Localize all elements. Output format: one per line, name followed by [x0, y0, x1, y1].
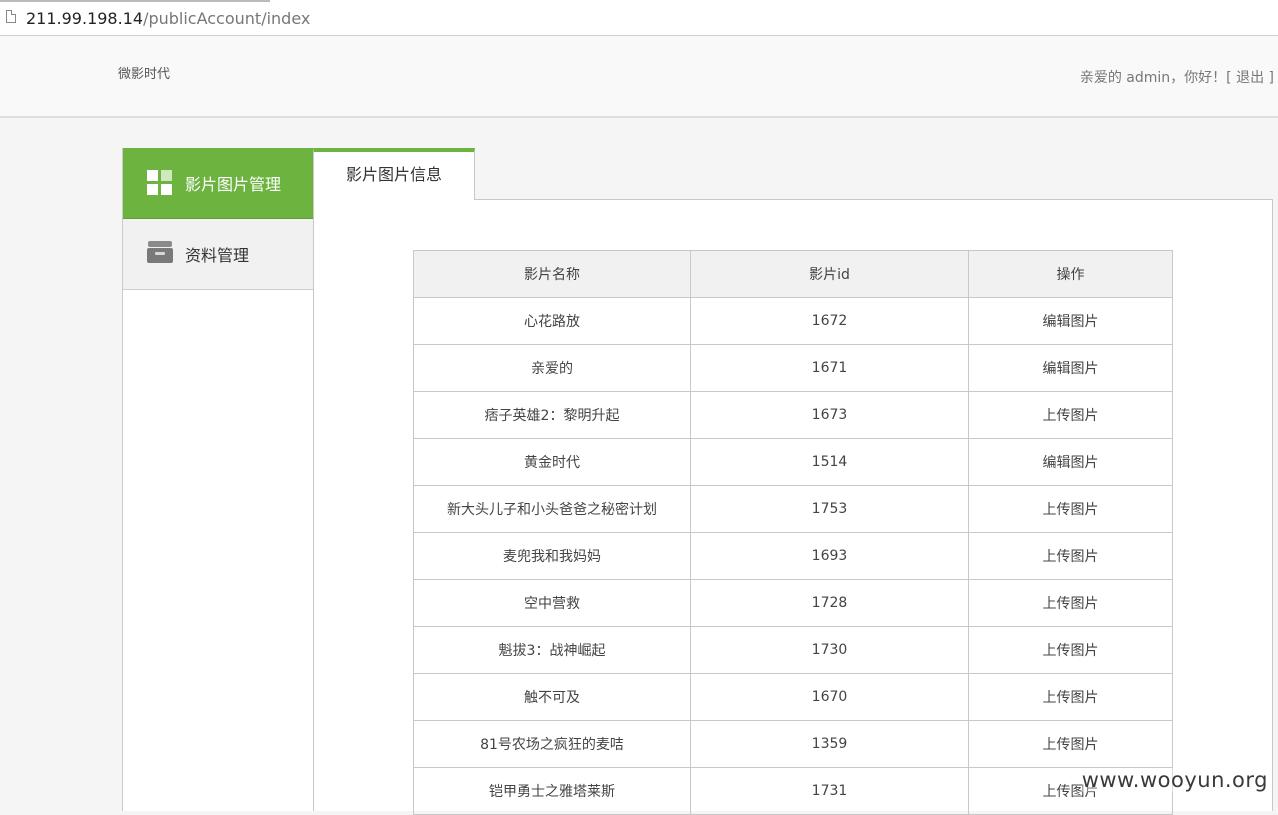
site-header: 微影时代 亲爱的 admin，你好！[ 退出 ] [0, 36, 1278, 118]
table-row: 麦兜我和我妈妈 1693 上传图片 [413, 532, 1173, 580]
film-name-cell: 心花路放 [413, 297, 691, 345]
film-id-cell: 1753 [690, 485, 969, 533]
column-header-film-id: 影片id [690, 250, 969, 298]
film-id-cell: 1514 [690, 438, 969, 486]
url-text[interactable]: 211.99.198.14/publicAccount/index [26, 9, 310, 28]
user-greeting: 亲爱的 admin，你好！[ 退出 ] [1080, 67, 1274, 87]
action-link[interactable]: 编辑图片 [968, 297, 1173, 345]
action-link[interactable]: 上传图片 [968, 532, 1173, 580]
action-link[interactable]: 上传图片 [968, 673, 1173, 721]
table-row: 魁拔3：战神崛起 1730 上传图片 [413, 626, 1173, 674]
watermark: www.wooyun.org [1081, 768, 1268, 792]
film-name-cell: 空中营救 [413, 579, 691, 627]
grid-tiles-icon [147, 170, 173, 196]
tab-strip-edge [0, 0, 270, 2]
film-id-cell: 1359 [690, 720, 969, 768]
table-row: 亲爱的 1671 编辑图片 [413, 344, 1173, 392]
film-id-cell: 1673 [690, 391, 969, 439]
film-id-cell: 1672 [690, 297, 969, 345]
action-link[interactable]: 上传图片 [968, 579, 1173, 627]
address-bar[interactable]: 211.99.198.14/publicAccount/index [0, 0, 1278, 36]
table-row: 黄金时代 1514 编辑图片 [413, 438, 1173, 486]
sidebar-item-label: 资料管理 [185, 246, 250, 265]
table-row: 心花路放 1672 编辑图片 [413, 297, 1173, 345]
table-row: 81号农场之疯狂的麦咭 1359 上传图片 [413, 720, 1173, 768]
tab-film-image-info[interactable]: 影片图片信息 [313, 148, 475, 200]
brand-name: 微影时代 [118, 67, 171, 82]
film-id-cell: 1728 [690, 579, 969, 627]
film-name-cell: 铠甲勇士之雅塔莱斯 [413, 767, 691, 815]
film-name-cell: 黄金时代 [413, 438, 691, 486]
film-table: 影片名称 影片id 操作 心花路放 1672 编辑图片 亲爱的 1671 编辑图片 痞子英雄… [413, 250, 1173, 815]
film-name-cell: 81号农场之疯狂的麦咭 [413, 720, 691, 768]
greeting-text: 亲爱的 admin，你好！ [1079, 70, 1227, 86]
table-row: 空中营救 1728 上传图片 [413, 579, 1173, 627]
page-icon [6, 10, 16, 23]
logout-link[interactable]: [ 退出 ] [1226, 70, 1274, 86]
action-link[interactable]: 上传图片 [968, 485, 1173, 533]
table-row: 触不可及 1670 上传图片 [413, 673, 1173, 721]
film-name-cell: 新大头儿子和小头爸爸之秘密计划 [413, 485, 691, 533]
film-name-cell: 魁拔3：战神崛起 [413, 626, 691, 674]
table-header-row: 影片名称 影片id 操作 [413, 250, 1173, 298]
action-link[interactable]: 上传图片 [968, 391, 1173, 439]
film-id-cell: 1693 [690, 532, 969, 580]
film-id-cell: 1730 [690, 626, 969, 674]
table-row: 铠甲勇士之雅塔莱斯 1731 上传图片 [413, 767, 1173, 815]
film-id-cell: 1671 [690, 344, 969, 392]
film-name-cell: 亲爱的 [413, 344, 691, 392]
sidebar: 影片图片管理 资料管理 [122, 148, 314, 811]
sidebar-item-film-images[interactable]: 影片图片管理 [123, 148, 314, 219]
action-link[interactable]: 编辑图片 [968, 344, 1173, 392]
film-name-cell: 触不可及 [413, 673, 691, 721]
film-name-cell: 痞子英雄2：黎明升起 [413, 391, 691, 439]
column-header-film-name: 影片名称 [413, 250, 691, 298]
film-name-cell: 麦兜我和我妈妈 [413, 532, 691, 580]
inbox-icon [147, 241, 173, 267]
sidebar-item-profile[interactable]: 资料管理 [123, 219, 314, 290]
table-row: 新大头儿子和小头爸爸之秘密计划 1753 上传图片 [413, 485, 1173, 533]
column-header-action: 操作 [968, 250, 1173, 298]
action-link[interactable]: 上传图片 [968, 720, 1173, 768]
table-row: 痞子英雄2：黎明升起 1673 上传图片 [413, 391, 1173, 439]
film-id-cell: 1670 [690, 673, 969, 721]
action-link[interactable]: 编辑图片 [968, 438, 1173, 486]
sidebar-item-label: 影片图片管理 [185, 175, 282, 194]
url-path: /publicAccount/index [143, 9, 311, 28]
url-host: 211.99.198.14 [26, 9, 144, 28]
action-link[interactable]: 上传图片 [968, 626, 1173, 674]
film-id-cell: 1731 [690, 767, 969, 815]
